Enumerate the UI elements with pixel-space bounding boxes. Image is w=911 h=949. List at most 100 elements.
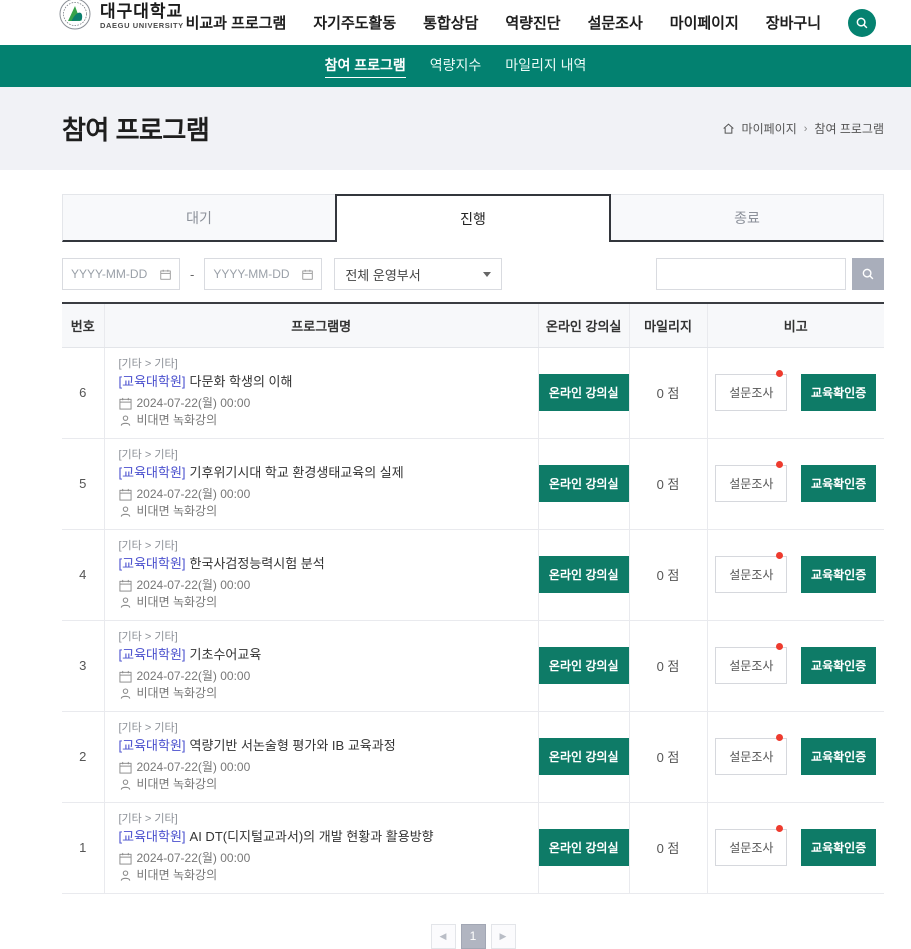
education-certificate-button[interactable]: 교육확인증 <box>801 465 876 502</box>
online-classroom-button[interactable]: 온라인 강의실 <box>539 738 629 775</box>
program-type-line: 비대면 녹화강의 <box>119 503 524 520</box>
breadcrumb: 마이페이지 › 참여 프로그램 <box>722 120 884 137</box>
col-header-note: 비고 <box>707 303 884 347</box>
classroom-cell: 온라인 강의실 <box>538 802 629 893</box>
program-title-link[interactable]: [교육대학원]한국사검정능력시험 분석 <box>119 554 524 573</box>
nav-item-mypage[interactable]: 마이페이지 <box>670 12 739 33</box>
nav-item-competency-test[interactable]: 역량진단 <box>505 12 560 33</box>
program-type: 비대면 녹화강의 <box>137 776 218 793</box>
university-logo[interactable]: 대구대학교 DAEGU UNIVERSITY <box>58 0 184 34</box>
tab-in-progress[interactable]: 진행 <box>335 194 611 242</box>
subnav-item-participation[interactable]: 참여 프로그램 <box>325 55 406 78</box>
calendar-icon <box>119 852 132 865</box>
program-title-link[interactable]: [교육대학원]기초수어교육 <box>119 645 524 664</box>
online-classroom-button[interactable]: 온라인 강의실 <box>539 829 629 866</box>
subnav-item-competency-index[interactable]: 역량지수 <box>430 55 482 77</box>
program-date-line: 2024-07-22(월) 00:00 <box>119 395 524 412</box>
row-number: 4 <box>62 529 104 620</box>
note-cell: 설문조사 교육확인증 <box>707 438 884 529</box>
survey-button[interactable]: 설문조사 <box>715 829 787 866</box>
tab-waiting[interactable]: 대기 <box>62 194 336 242</box>
nav-item-extracurricular[interactable]: 비교과 프로그램 <box>186 12 287 33</box>
program-title: 기후위기시대 학교 환경생태교육의 실제 <box>190 465 404 480</box>
survey-button[interactable]: 설문조사 <box>715 738 787 775</box>
program-title-link[interactable]: [교육대학원] AI DT(디지털교과서)의 개발 현황과 활용방향 <box>119 827 524 846</box>
education-certificate-button[interactable]: 교육확인증 <box>801 738 876 775</box>
person-icon <box>119 596 132 609</box>
chevron-down-icon <box>483 272 491 277</box>
person-icon <box>119 687 132 700</box>
program-org: [교육대학원] <box>119 829 186 844</box>
online-classroom-button[interactable]: 온라인 강의실 <box>539 647 629 684</box>
date-range-separator: - <box>190 267 194 282</box>
survey-button[interactable]: 설문조사 <box>715 556 787 593</box>
program-title: 역량기반 서논술형 평가와 IB 교육과정 <box>190 738 396 753</box>
program-date: 2024-07-22(월) 00:00 <box>137 850 251 867</box>
date-to-field[interactable] <box>204 258 322 290</box>
program-category: [기타 > 기타] <box>119 812 524 827</box>
survey-button-wrap: 설문조사 <box>715 738 787 775</box>
program-date: 2024-07-22(월) 00:00 <box>137 486 251 503</box>
program-org: [교육대학원] <box>119 465 186 480</box>
table-row: 2 [기타 > 기타] [교육대학원]역량기반 서논술형 평가와 IB 교육과정… <box>62 711 884 802</box>
date-to-input[interactable] <box>213 267 298 281</box>
mileage-cell: 0 점 <box>629 711 707 802</box>
program-type: 비대면 녹화강의 <box>137 412 218 429</box>
program-cell: [기타 > 기타] [교육대학원]한국사검정능력시험 분석 2024-07-22… <box>104 529 538 620</box>
calendar-icon <box>119 488 132 501</box>
education-certificate-button[interactable]: 교육확인증 <box>801 374 876 411</box>
search-icon <box>855 16 869 30</box>
date-from-input[interactable] <box>71 267 156 281</box>
calendar-icon <box>119 670 132 683</box>
education-certificate-button[interactable]: 교육확인증 <box>801 829 876 866</box>
table-search-button[interactable] <box>852 258 884 290</box>
program-title-link[interactable]: [교육대학원]다문화 학생의 이해 <box>119 372 524 391</box>
main-content: 대기 진행 종료 - 전체 운영부서 <box>62 194 884 949</box>
table-row: 4 [기타 > 기타] [교육대학원]한국사검정능력시험 분석 2024-07-… <box>62 529 884 620</box>
row-number: 5 <box>62 438 104 529</box>
pagination-next-button[interactable]: ▶ <box>491 924 516 949</box>
note-cell: 설문조사 교육확인증 <box>707 711 884 802</box>
col-header-mileage: 마일리지 <box>629 303 707 347</box>
education-certificate-button[interactable]: 교육확인증 <box>801 647 876 684</box>
program-date-line: 2024-07-22(월) 00:00 <box>119 577 524 594</box>
keyword-input[interactable] <box>656 258 846 290</box>
survey-button[interactable]: 설문조사 <box>715 374 787 411</box>
department-select-value: 전체 운영부서 <box>345 265 420 284</box>
survey-button[interactable]: 설문조사 <box>715 647 787 684</box>
breadcrumb-mypage[interactable]: 마이페이지 <box>742 120 797 137</box>
department-select[interactable]: 전체 운영부서 <box>334 258 502 290</box>
nav-item-cart[interactable]: 장바구니 <box>766 12 821 33</box>
program-title: AI DT(디지털교과서)의 개발 현황과 활용방향 <box>190 829 434 844</box>
program-title: 한국사검정능력시험 분석 <box>190 556 325 571</box>
header-search-button[interactable] <box>848 9 876 37</box>
survey-button[interactable]: 설문조사 <box>715 465 787 502</box>
pagination-prev-button[interactable]: ◀ <box>431 924 456 949</box>
program-type-line: 비대면 녹화강의 <box>119 685 524 702</box>
note-cell: 설문조사 교육확인증 <box>707 529 884 620</box>
online-classroom-button[interactable]: 온라인 강의실 <box>539 465 629 502</box>
tab-ended[interactable]: 종료 <box>610 194 884 242</box>
program-title-link[interactable]: [교육대학원] 기후위기시대 학교 환경생태교육의 실제 <box>119 463 524 482</box>
calendar-icon <box>119 761 132 774</box>
row-number: 2 <box>62 711 104 802</box>
online-classroom-button[interactable]: 온라인 강의실 <box>539 556 629 593</box>
nav-item-counseling[interactable]: 통합상담 <box>423 12 478 33</box>
program-title-link[interactable]: [교육대학원]역량기반 서논술형 평가와 IB 교육과정 <box>119 736 524 755</box>
mileage-cell: 0 점 <box>629 438 707 529</box>
calendar-icon <box>119 579 132 592</box>
subnav-item-mileage-history[interactable]: 마일리지 내역 <box>505 55 586 77</box>
program-cell: [기타 > 기타] [교육대학원]기초수어교육 2024-07-22(월) 00… <box>104 620 538 711</box>
pagination-page-1[interactable]: 1 <box>461 924 486 949</box>
survey-button-wrap: 설문조사 <box>715 556 787 593</box>
program-cell: [기타 > 기타] [교육대학원]기후위기시대 학교 환경생태교육의 실제 20… <box>104 438 538 529</box>
program-table-body: 6 [기타 > 기타] [교육대학원]다문화 학생의 이해 2024-07-22… <box>62 347 884 893</box>
classroom-cell: 온라인 강의실 <box>538 438 629 529</box>
date-from-field[interactable] <box>62 258 180 290</box>
nav-item-survey[interactable]: 설문조사 <box>588 12 643 33</box>
main-nav: 비교과 프로그램 자기주도활동 통합상담 역량진단 설문조사 마이페이지 장바구… <box>186 9 876 37</box>
nav-item-self-directed[interactable]: 자기주도활동 <box>313 12 396 33</box>
program-type: 비대면 녹화강의 <box>137 503 218 520</box>
online-classroom-button[interactable]: 온라인 강의실 <box>539 374 629 411</box>
education-certificate-button[interactable]: 교육확인증 <box>801 556 876 593</box>
